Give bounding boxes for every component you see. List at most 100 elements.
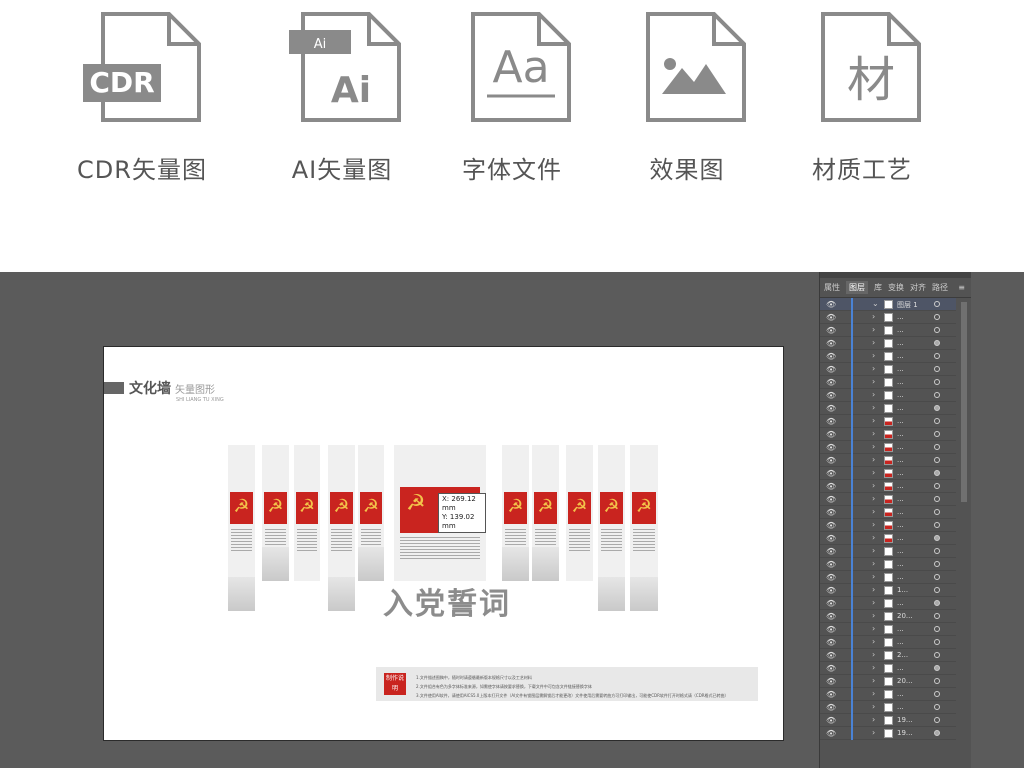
artboard[interactable]: 文化墙 矢量图形 SHI LIANG TU XING ☭ X: 269.12 m… bbox=[103, 346, 784, 741]
target-circle-icon[interactable] bbox=[934, 652, 940, 658]
panel-menu-icon[interactable]: ≡ bbox=[958, 283, 965, 292]
chevron-right-icon[interactable]: › bbox=[872, 364, 875, 373]
layer-name[interactable]: ... bbox=[897, 456, 904, 464]
wall-panel[interactable] bbox=[598, 445, 625, 611]
layer-row[interactable]: 👁 ›... bbox=[820, 623, 956, 636]
chevron-right-icon[interactable]: › bbox=[872, 676, 875, 685]
layer-name[interactable]: 20... bbox=[897, 612, 913, 620]
wall-panel[interactable] bbox=[630, 445, 658, 611]
visibility-eye-icon[interactable]: 👁 bbox=[826, 404, 836, 413]
target-circle-icon[interactable] bbox=[934, 626, 940, 632]
target-circle-icon[interactable] bbox=[934, 366, 940, 372]
tab-align[interactable]: 对齐 bbox=[910, 282, 926, 293]
chevron-right-icon[interactable]: › bbox=[872, 637, 875, 646]
layers-panel[interactable]: 属性 图层 库 变换 对齐 路径 ≡ 👁 ⌄ 图层 1 👁 ›... 👁 ›... 👁 ›...… bbox=[819, 272, 971, 768]
chevron-right-icon[interactable]: › bbox=[872, 624, 875, 633]
layer-row[interactable]: 👁 ›... bbox=[820, 545, 956, 558]
target-circle-icon[interactable] bbox=[934, 418, 940, 424]
layer-name[interactable]: ... bbox=[897, 391, 904, 399]
visibility-eye-icon[interactable]: 👁 bbox=[826, 443, 836, 452]
illustrator-workspace[interactable]: 文化墙 矢量图形 SHI LIANG TU XING ☭ X: 269.12 m… bbox=[0, 272, 1024, 768]
wall-panel[interactable] bbox=[566, 445, 593, 581]
chevron-right-icon[interactable]: › bbox=[872, 377, 875, 386]
layer-name[interactable]: ... bbox=[897, 417, 904, 425]
chevron-right-icon[interactable]: › bbox=[872, 702, 875, 711]
target-circle-icon[interactable] bbox=[934, 431, 940, 437]
layer-row[interactable]: 👁 ›... bbox=[820, 519, 956, 532]
target-circle-icon[interactable] bbox=[934, 314, 940, 320]
layer-name[interactable]: ... bbox=[897, 664, 904, 672]
layer-name[interactable]: ... bbox=[897, 482, 904, 490]
layer-row[interactable]: 👁 ›... bbox=[820, 493, 956, 506]
visibility-eye-icon[interactable]: 👁 bbox=[826, 521, 836, 530]
layer-name[interactable]: 1... bbox=[897, 586, 908, 594]
visibility-eye-icon[interactable]: 👁 bbox=[826, 469, 836, 478]
layer-name[interactable]: ... bbox=[897, 638, 904, 646]
target-circle-icon[interactable] bbox=[934, 561, 940, 567]
layer-row[interactable]: 👁 › 19... bbox=[820, 727, 956, 740]
chevron-right-icon[interactable]: › bbox=[872, 429, 875, 438]
selected-panel[interactable]: ☭ X: 269.12 mm Y: 139.02 mm bbox=[394, 445, 486, 581]
visibility-eye-icon[interactable]: 👁 bbox=[826, 664, 836, 673]
target-circle-icon[interactable] bbox=[934, 678, 940, 684]
chevron-right-icon[interactable]: › bbox=[872, 442, 875, 451]
layer-row[interactable]: 👁 ›... bbox=[820, 662, 956, 675]
layer-row[interactable]: 👁 › 20... bbox=[820, 675, 956, 688]
layer-name[interactable]: ... bbox=[897, 703, 904, 711]
wall-panel[interactable] bbox=[532, 445, 559, 581]
layer-row[interactable]: 👁 ›... bbox=[820, 558, 956, 571]
target-circle-icon[interactable] bbox=[934, 470, 940, 476]
wall-panel[interactable] bbox=[328, 445, 355, 611]
visibility-eye-icon[interactable]: 👁 bbox=[826, 495, 836, 504]
visibility-eye-icon[interactable]: 👁 bbox=[826, 352, 836, 361]
wall-panel[interactable] bbox=[262, 445, 289, 581]
layer-name[interactable]: ... bbox=[897, 521, 904, 529]
visibility-eye-icon[interactable]: 👁 bbox=[826, 638, 836, 647]
target-circle-icon[interactable] bbox=[934, 483, 940, 489]
layer-row[interactable]: 👁 ›... bbox=[820, 532, 956, 545]
target-circle-icon[interactable] bbox=[934, 522, 940, 528]
target-circle-icon[interactable] bbox=[934, 340, 940, 346]
visibility-eye-icon[interactable]: 👁 bbox=[826, 326, 836, 335]
chevron-right-icon[interactable]: › bbox=[872, 715, 875, 724]
tab-pathfinder[interactable]: 路径 bbox=[932, 282, 948, 293]
visibility-eye-icon[interactable]: 👁 bbox=[826, 534, 836, 543]
layer-row[interactable]: 👁 ›... bbox=[820, 324, 956, 337]
chevron-right-icon[interactable]: › bbox=[872, 650, 875, 659]
visibility-eye-icon[interactable]: 👁 bbox=[826, 417, 836, 426]
target-circle-icon[interactable] bbox=[934, 730, 940, 736]
visibility-eye-icon[interactable]: 👁 bbox=[826, 508, 836, 517]
visibility-eye-icon[interactable]: 👁 bbox=[826, 560, 836, 569]
layer-row[interactable]: 👁 › 2... bbox=[820, 649, 956, 662]
visibility-eye-icon[interactable]: 👁 bbox=[826, 378, 836, 387]
target-circle-icon[interactable] bbox=[934, 457, 940, 463]
layer-name[interactable]: ... bbox=[897, 599, 904, 607]
visibility-eye-icon[interactable]: 👁 bbox=[826, 300, 836, 309]
chevron-right-icon[interactable]: › bbox=[872, 533, 875, 542]
chevron-right-icon[interactable]: › bbox=[872, 689, 875, 698]
chevron-right-icon[interactable]: › bbox=[872, 416, 875, 425]
tab-layers[interactable]: 图层 bbox=[846, 281, 868, 294]
layer-name[interactable]: ... bbox=[897, 443, 904, 451]
layer-name[interactable]: ... bbox=[897, 547, 904, 555]
layer-row[interactable]: 👁 ›... bbox=[820, 389, 956, 402]
target-circle-icon[interactable] bbox=[934, 444, 940, 450]
chevron-right-icon[interactable]: › bbox=[872, 325, 875, 334]
chevron-right-icon[interactable]: › bbox=[872, 520, 875, 529]
target-circle-icon[interactable] bbox=[934, 613, 940, 619]
layer-row[interactable]: 👁 ›... bbox=[820, 415, 956, 428]
chevron-right-icon[interactable]: › bbox=[872, 585, 875, 594]
target-circle-icon[interactable] bbox=[934, 301, 940, 307]
layer-row[interactable]: 👁 ›... bbox=[820, 597, 956, 610]
chevron-right-icon[interactable]: › bbox=[872, 572, 875, 581]
target-circle-icon[interactable] bbox=[934, 509, 940, 515]
visibility-eye-icon[interactable]: 👁 bbox=[826, 573, 836, 582]
chevron-right-icon[interactable]: › bbox=[872, 559, 875, 568]
wall-panel[interactable] bbox=[294, 445, 320, 581]
layer-row-root[interactable]: 👁 ⌄ 图层 1 bbox=[820, 298, 956, 311]
visibility-eye-icon[interactable]: 👁 bbox=[826, 313, 836, 322]
wall-panel[interactable] bbox=[358, 445, 384, 581]
layer-row[interactable]: 👁 ›... bbox=[820, 350, 956, 363]
layer-row[interactable]: 👁 ›... bbox=[820, 337, 956, 350]
layer-name[interactable]: ... bbox=[897, 495, 904, 503]
